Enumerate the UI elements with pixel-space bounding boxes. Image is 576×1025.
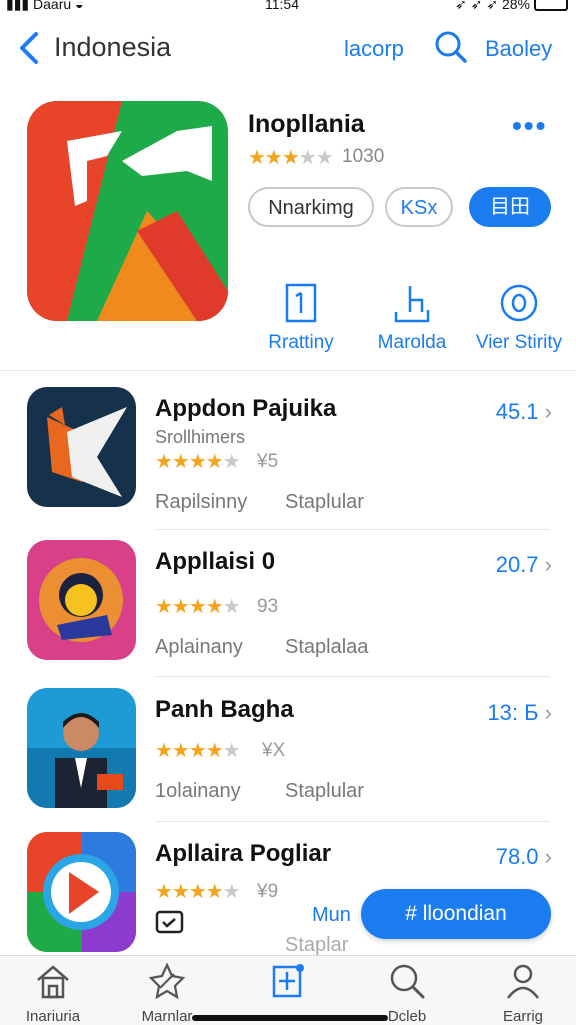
chevron-right-icon: › [538, 844, 552, 869]
row-divider [155, 676, 550, 677]
app-price[interactable]: 20.7 › [496, 552, 552, 578]
hero-app-icon[interactable] [27, 101, 228, 321]
app-star-rating: ★★★★★ [155, 881, 241, 903]
tab-apps[interactable] [238, 962, 338, 1008]
app-rating-count: ¥9 [257, 881, 279, 902]
home-icon [37, 965, 69, 999]
action-label: Rrattiny [268, 332, 334, 353]
search-icon [390, 964, 425, 999]
document-icon [285, 283, 317, 323]
chevron-right-icon: › [538, 700, 552, 725]
hero-button-2[interactable]: KSx [385, 187, 453, 227]
app-star-rating: ★★★★★ [155, 596, 241, 618]
section-divider [0, 370, 576, 371]
nav-link-left[interactable]: lacorp [344, 36, 404, 62]
action-edit[interactable]: Marolda [362, 282, 462, 354]
action-label: Vier Stirity [475, 332, 563, 353]
apps-icon [272, 964, 304, 998]
profile-icon [507, 964, 539, 999]
app-icon [27, 688, 136, 808]
carrier-name: Daaru [33, 0, 72, 12]
edit-icon [394, 286, 430, 323]
app-tag-2: Staplular [285, 780, 364, 802]
status-bar: ▮▮▮ Daaru ◒ 11:54 ➶ ➶ ➶ 28% [0, 0, 576, 14]
tab-profile[interactable]: Earrig [473, 962, 573, 1025]
explore-icon [148, 962, 186, 1000]
list-item-app-2[interactable]: Appllaisi 0 20.7 › ★★★★★ 93 Aplainany St… [0, 540, 576, 680]
app-name: Appdon Pajuika [155, 395, 337, 422]
checkbox-icon[interactable] [155, 910, 185, 934]
app-tag-1: Rapilsinny [155, 491, 248, 513]
app-name: Appllaisi 0 [155, 548, 276, 575]
cta-link[interactable]: Mun [312, 904, 351, 927]
app-price-value: 13: Б [487, 700, 539, 725]
back-chevron-icon[interactable] [16, 31, 42, 65]
app-rating-count: 93 [257, 596, 279, 617]
home-indicator[interactable] [192, 1015, 388, 1021]
action-rating[interactable]: Rrattiny [251, 282, 351, 354]
app-star-rating: ★★★★★ [155, 740, 241, 762]
chevron-right-icon: › [538, 552, 552, 577]
hero-app-name: Inopllania [248, 110, 365, 138]
app-price[interactable]: 13: Б › [487, 700, 552, 726]
hero-rating-count: 1030 [342, 146, 385, 167]
app-icon [27, 832, 136, 952]
list-item-app-3[interactable]: Panh Bagha 13: Б › ★★★★★ ¥X 1olainany St… [0, 688, 576, 828]
status-time: 11:54 [265, 0, 299, 12]
status-right: ➶ ➶ ➶ 28% [455, 0, 530, 12]
app-star-rating: ★★★★★ [155, 451, 241, 473]
chevron-right-icon: › [538, 399, 552, 424]
search-icon[interactable] [434, 30, 468, 64]
app-price-value: 20.7 [495, 552, 539, 577]
action-info[interactable]: Vier Stirity [469, 282, 569, 354]
battery-percent: 28% [501, 0, 530, 12]
app-tag-1: 1olainany [155, 780, 241, 802]
hero-get-button[interactable]: 目田 [469, 187, 551, 227]
nav-link-right[interactable]: Baoley [485, 36, 552, 62]
carrier-label: ▮▮▮ Daaru ◒ [6, 0, 84, 12]
row-divider [155, 529, 550, 530]
row-divider [155, 821, 550, 822]
cta-button[interactable]: # lloondian [361, 889, 551, 939]
cut-off-text: Staplar [285, 934, 349, 956]
list-item-app-1[interactable]: Appdon Pajuika 45.1 › Srollhimers ★★★★★ … [0, 387, 576, 527]
app-rating-count: ¥5 [257, 451, 279, 472]
tab-home[interactable]: Inariuria [3, 962, 103, 1025]
battery-icon [534, 0, 568, 11]
app-price-value: 45.1 [495, 399, 539, 424]
app-icon [27, 387, 136, 507]
hero-button-1[interactable]: Nnarkimg [248, 187, 374, 227]
app-rating-count: ¥X [262, 740, 286, 761]
app-icon [27, 540, 136, 660]
hero-star-rating: ★★★★★ [248, 147, 334, 169]
page-title: Indonesia [54, 32, 172, 62]
app-tag-2: Staplalaa [285, 636, 369, 658]
app-subtitle: Srollhimers [155, 427, 246, 447]
app-tag-1: Aplainany [155, 636, 243, 658]
app-price[interactable]: 45.1 › [496, 399, 552, 425]
ellipsis-icon[interactable]: ••• [512, 110, 547, 142]
tab-label: Earrig [502, 1008, 543, 1025]
info-icon [500, 284, 538, 322]
tab-label: Inariuria [25, 1008, 81, 1025]
app-tag-2: Staplular [285, 491, 364, 513]
app-price-value: 78.0 [495, 844, 539, 869]
nav-bar: Indonesia lacorp Baoley [0, 14, 576, 80]
app-name: Panh Bagha [155, 696, 294, 723]
app-price[interactable]: 78.0 › [496, 844, 552, 870]
app-name: Apllaira Pogliar [155, 840, 332, 867]
action-label: Marolda [377, 332, 447, 353]
